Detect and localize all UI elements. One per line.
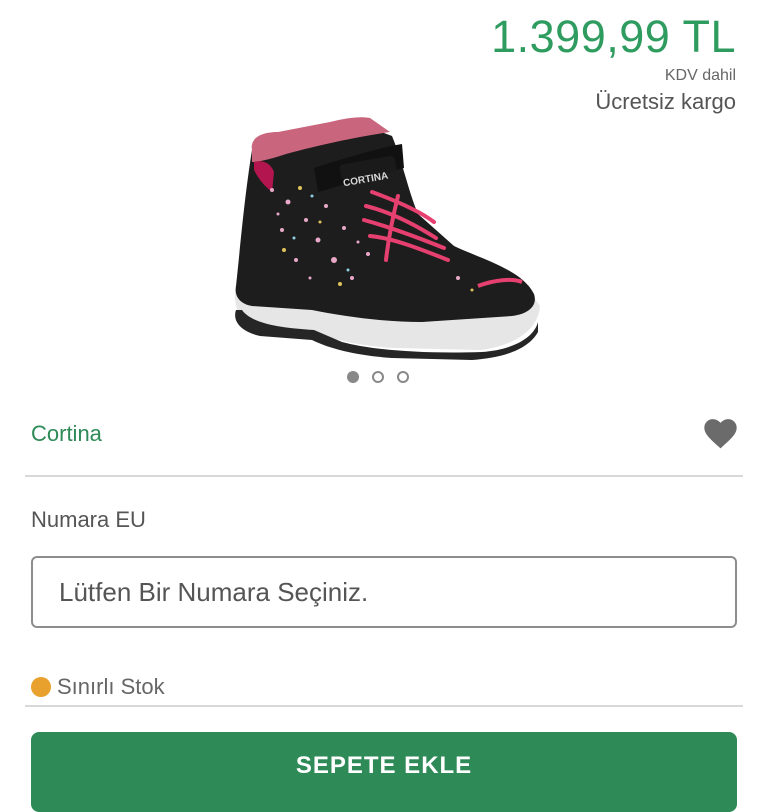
carousel-dot[interactable]	[372, 371, 384, 383]
carousel-dot[interactable]	[347, 371, 359, 383]
size-select[interactable]: Lütfen Bir Numara Seçiniz.	[31, 556, 737, 628]
brand-link[interactable]: Cortina	[31, 421, 102, 447]
stock-status: Sınırlı Stok	[31, 674, 165, 700]
price-block: 1.399,99 TL KDV dahil Ücretsiz kargo	[491, 14, 736, 115]
product-image[interactable]: CORTINA	[222, 110, 547, 370]
vat-note: KDV dahil	[664, 67, 736, 84]
divider	[25, 705, 743, 707]
carousel-dots	[347, 371, 409, 383]
size-label: Numara EU	[31, 507, 146, 532]
carousel-dot[interactable]	[397, 371, 409, 383]
product-price: 1.399,99 TL	[491, 11, 736, 62]
divider	[25, 475, 743, 477]
stock-indicator-icon	[31, 677, 51, 697]
stock-text: Sınırlı Stok	[57, 674, 165, 699]
heart-icon[interactable]	[702, 416, 739, 450]
add-to-cart-button[interactable]: SEPETE EKLE	[31, 732, 737, 812]
size-select-placeholder: Lütfen Bir Numara Seçiniz.	[59, 576, 369, 607]
